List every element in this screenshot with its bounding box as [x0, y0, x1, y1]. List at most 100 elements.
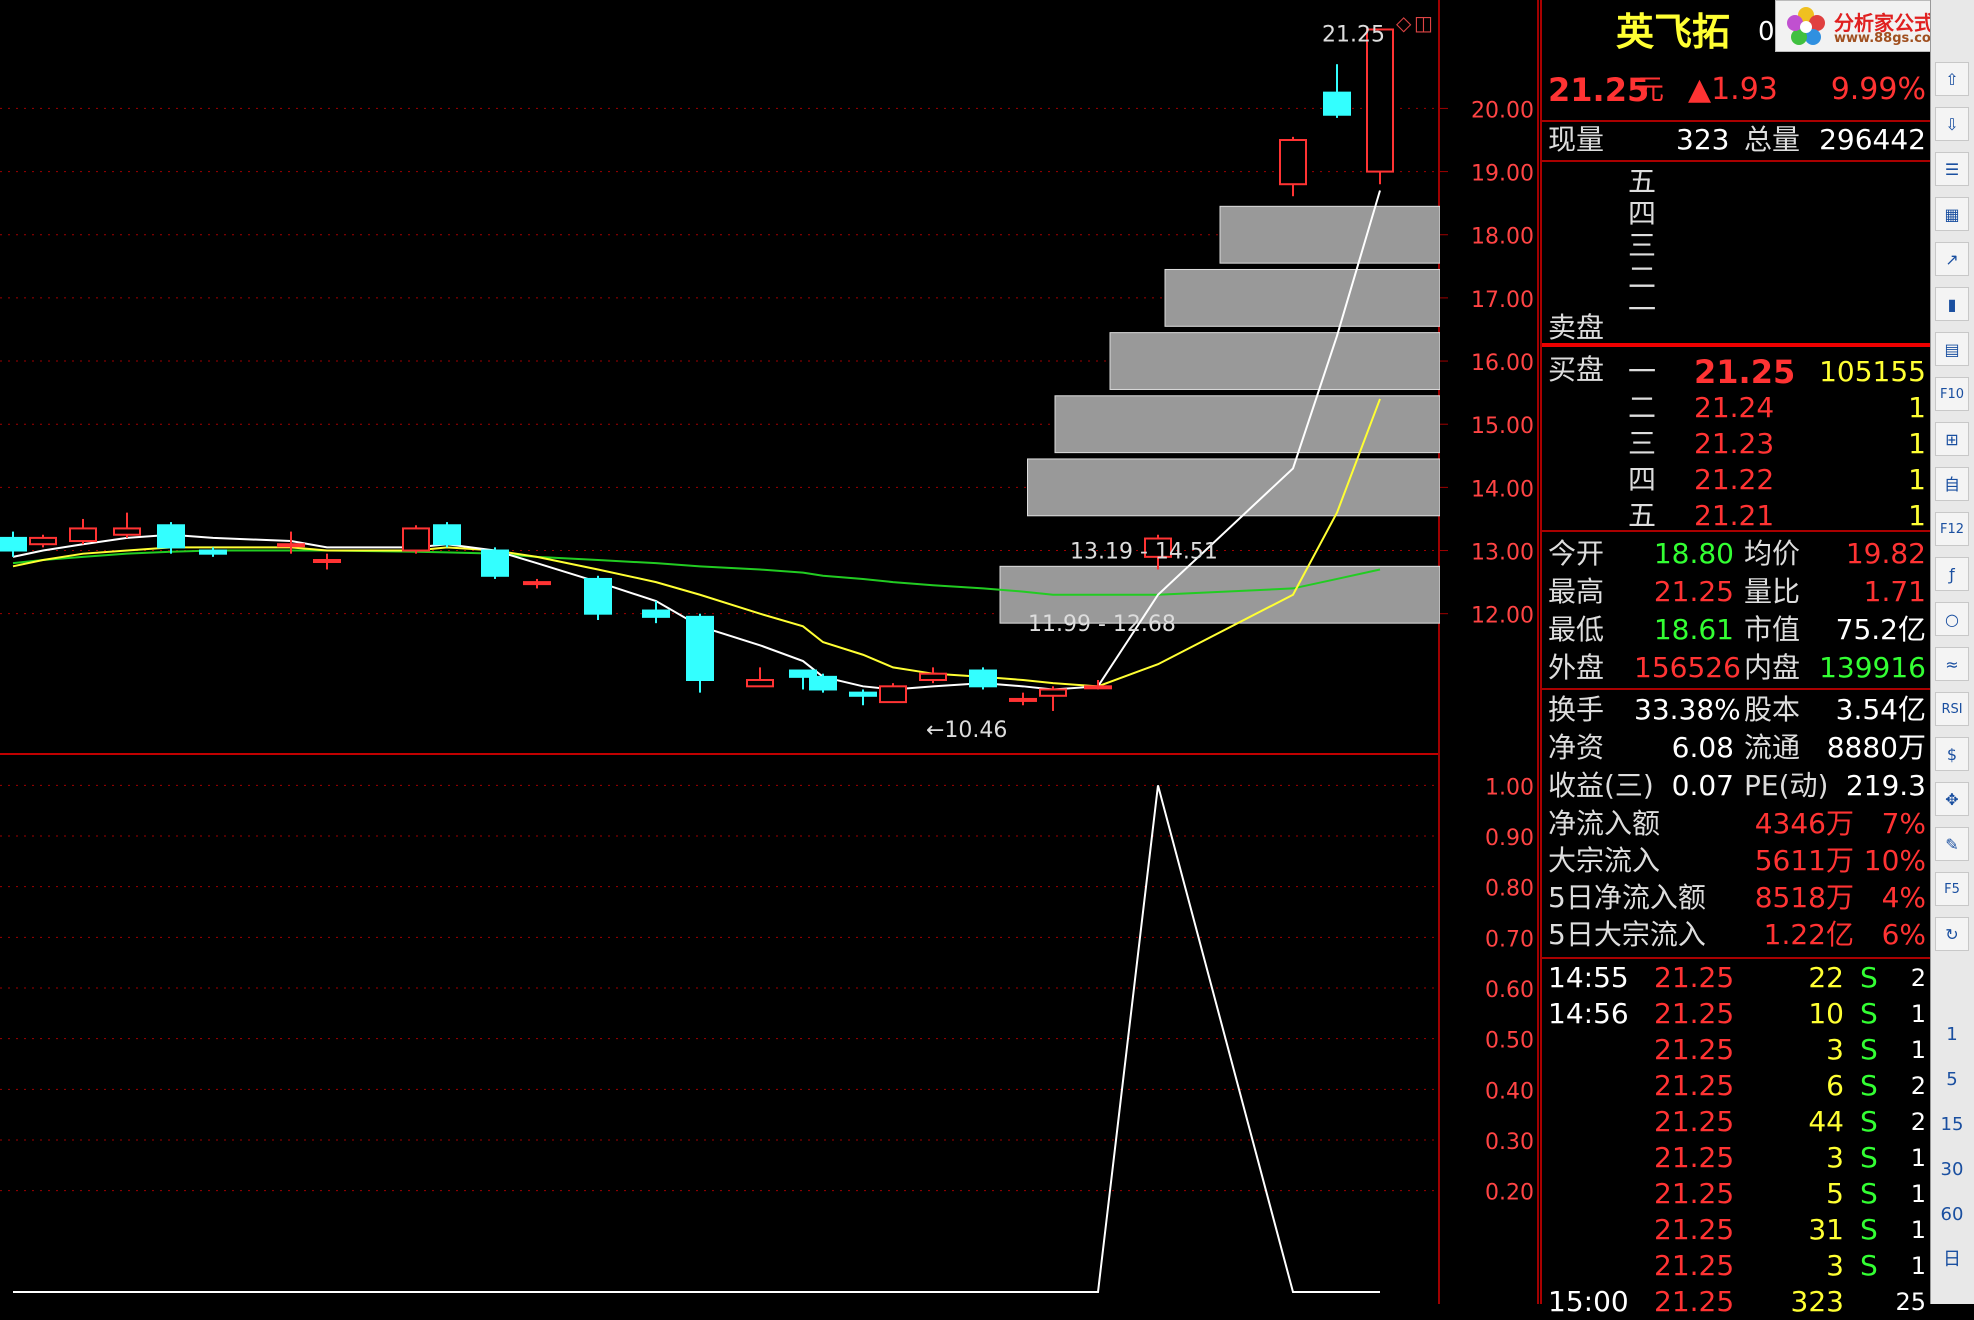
buy-level-price: 21.25: [1694, 353, 1796, 391]
price-change: ▲1.93: [1688, 72, 1778, 107]
list-icon[interactable]: ☰: [1935, 152, 1969, 186]
candle-body: [29, 536, 57, 546]
stats-row: 净资 6.08 流通 8880万: [1548, 730, 1926, 766]
sell-level-row: 二: [1548, 260, 1926, 294]
tick-side: S: [1860, 1249, 1878, 1282]
buy-level-row: 二 21.24 1: [1548, 390, 1926, 426]
tick-price: 21.25: [1654, 1033, 1735, 1066]
stat-label: 均价: [1744, 537, 1801, 570]
tick-row[interactable]: 21.25 6 S 2: [1548, 1068, 1926, 1104]
line-chart-icon[interactable]: ↗: [1935, 242, 1969, 276]
chip-range-upper-label: 13.19 - 14.51: [1070, 540, 1218, 565]
chip-range-lower-label: 11.99 - 12.68: [1028, 612, 1176, 637]
tick-side: S: [1860, 1177, 1878, 1210]
period-button[interactable]: 1: [1935, 1018, 1969, 1052]
pencil-icon[interactable]: ✎: [1935, 827, 1969, 861]
stat-value: 21.25: [1653, 575, 1734, 608]
period-button[interactable]: 15: [1935, 1108, 1969, 1142]
sell-level-row: 五: [1548, 164, 1926, 198]
doc-icon[interactable]: ▤: [1935, 332, 1969, 366]
price-tick-label: 15.00: [1471, 414, 1534, 439]
sell-level-label: 三: [1628, 229, 1657, 262]
kline-chart-area[interactable]: 21.25 ←10.46 13.19 - 14.51 11.99 - 12.68 ◇ ◫: [0, 0, 1440, 1304]
buy-level-price: 21.23: [1694, 427, 1775, 460]
wave-icon[interactable]: ≈: [1935, 647, 1969, 681]
buy-level-price: 21.22: [1694, 463, 1775, 496]
period-button[interactable]: 5: [1935, 1063, 1969, 1097]
tick-count: 2: [1910, 1072, 1926, 1100]
stat-label: 量比: [1744, 575, 1801, 608]
indicator-tick-label: 0.20: [1485, 1181, 1534, 1206]
axis-svg: 20.00 19.00 18.00 17.00 16.00 15.00 14.00 13.00…: [1440, 0, 1539, 1304]
tick-side: S: [1860, 1105, 1878, 1138]
sell-level-row: 三: [1548, 228, 1926, 262]
candle-body: [113, 527, 141, 536]
sell-level-label: 二: [1628, 261, 1657, 294]
tick-price: 21.25: [1654, 1141, 1735, 1174]
indicator-tick-label: 0.80: [1485, 877, 1534, 902]
tick-side: S: [1860, 1033, 1878, 1066]
stat-value: 139916: [1819, 651, 1926, 684]
tick-row[interactable]: 21.25 31 S 1: [1548, 1212, 1926, 1248]
f12-icon[interactable]: F12: [1935, 512, 1969, 546]
tick-row[interactable]: 21.25 3 S 1: [1548, 1248, 1926, 1284]
tick-side: S: [1860, 961, 1878, 994]
flow-row: 5日净流入额 8518万 4%: [1548, 880, 1926, 916]
circle-icon[interactable]: ○: [1935, 602, 1969, 636]
tick-time: 15:00: [1548, 1285, 1629, 1318]
stat-value: 33.38%: [1634, 693, 1741, 726]
tick-row[interactable]: 21.25 5 S 1: [1548, 1176, 1926, 1212]
up-arrow-icon[interactable]: ⇧: [1935, 62, 1969, 96]
move-icon[interactable]: ✥: [1935, 782, 1969, 816]
candle-body: [0, 536, 27, 552]
buy-level-row: 一 21.25 105155: [1548, 354, 1926, 390]
tick-volume: 5: [1826, 1177, 1844, 1210]
tick-row[interactable]: 15:00 21.25 323 25: [1548, 1284, 1926, 1320]
stat-label: 最低: [1548, 613, 1605, 646]
price-tick-label: 18.00: [1471, 225, 1534, 250]
down-arrow-icon[interactable]: ⇩: [1935, 107, 1969, 141]
flow-label: 5日大宗流入: [1548, 918, 1706, 951]
candle-body: [313, 559, 341, 563]
price-tick-label: 17.00: [1471, 288, 1534, 313]
buy-level-label: 四: [1628, 463, 1657, 496]
stat-label: 股本: [1744, 693, 1801, 726]
refresh-icon[interactable]: ↻: [1935, 917, 1969, 951]
table-icon[interactable]: ▦: [1935, 197, 1969, 231]
tick-row[interactable]: 21.25 3 S 1: [1548, 1032, 1926, 1068]
candle-body: [433, 524, 461, 546]
rsi-icon[interactable]: RSI: [1935, 692, 1969, 726]
period-button[interactable]: 30: [1935, 1153, 1969, 1187]
period-button[interactable]: 60: [1935, 1198, 1969, 1232]
tick-row[interactable]: 14:56 21.25 10 S 1: [1548, 996, 1926, 1032]
kline-svg[interactable]: 21.25 ←10.46 13.19 - 14.51 11.99 - 12.68 ◇ ◫: [0, 0, 1440, 1304]
low-price-label: ←10.46: [926, 718, 1007, 743]
stat-value: 3.54亿: [1835, 693, 1926, 726]
stat-value: 75.2亿: [1835, 613, 1926, 646]
tick-volume: 3: [1826, 1249, 1844, 1282]
f5-icon[interactable]: F5: [1935, 872, 1969, 906]
chip-bar: [1164, 268, 1440, 327]
f10-icon[interactable]: F10: [1935, 377, 1969, 411]
candle-icon[interactable]: ▮: [1935, 287, 1969, 321]
stat-value: 6.08: [1671, 731, 1734, 764]
tick-row[interactable]: 14:55 21.25 22 S 2: [1548, 960, 1926, 996]
tick-row[interactable]: 21.25 3 S 1: [1548, 1140, 1926, 1176]
buy-level-price: 21.24: [1694, 391, 1775, 424]
price-tick-label: 12.00: [1471, 604, 1534, 629]
tick-row[interactable]: 21.25 44 S 2: [1548, 1104, 1926, 1140]
price-row: 21.25 元 ▲1.93 9.99%: [1548, 72, 1926, 112]
fx-icon[interactable]: ƒ: [1935, 557, 1969, 591]
tree-icon[interactable]: ⊞: [1935, 422, 1969, 456]
indicator-tick-label: 1.00: [1485, 775, 1534, 800]
tick-price: 21.25: [1654, 1285, 1735, 1318]
tick-volume: 22: [1808, 961, 1844, 994]
indicator-tick-label: 0.40: [1485, 1079, 1534, 1104]
self-icon[interactable]: 自: [1935, 467, 1969, 501]
stats-row: 收益(三) 0.07 PE(动) 219.3: [1548, 768, 1926, 804]
stat-label: PE(动): [1744, 769, 1829, 802]
dollar-icon[interactable]: $: [1935, 737, 1969, 771]
buy-level-row: 三 21.23 1: [1548, 426, 1926, 462]
chip-bar: [1219, 205, 1440, 264]
period-button[interactable]: 日: [1935, 1243, 1969, 1277]
